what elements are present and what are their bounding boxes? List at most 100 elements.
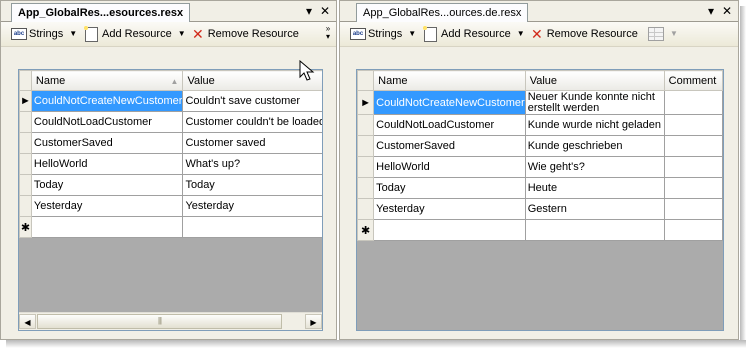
right-toolbar: abc Strings ▼ Add Resource ▼ ✕ Remove Re… bbox=[340, 22, 738, 47]
row-header[interactable] bbox=[357, 135, 375, 157]
name-cell[interactable] bbox=[30, 216, 184, 238]
value-cell[interactable]: Gestern bbox=[524, 198, 665, 220]
grid-header-row: Name Value Comment bbox=[357, 70, 723, 91]
name-cell[interactable]: HelloWorld bbox=[373, 156, 526, 178]
current-row-indicator-icon[interactable]: ► bbox=[357, 90, 375, 115]
remove-resource-button[interactable]: ✕ Remove Resource bbox=[192, 26, 299, 42]
table-row[interactable]: HelloWorld Wie geht's? bbox=[357, 156, 723, 178]
scroll-left-icon[interactable]: ◀ bbox=[19, 314, 36, 329]
new-row[interactable]: ✱ bbox=[357, 219, 723, 241]
name-cell[interactable]: Yesterday bbox=[30, 195, 184, 217]
row-header[interactable] bbox=[19, 195, 32, 217]
view-button[interactable]: ▼ bbox=[648, 26, 678, 42]
add-resource-button[interactable]: Add Resource ▼ bbox=[82, 23, 186, 42]
value-cell[interactable]: Kunde wurde nicht geladen bbox=[524, 114, 665, 136]
row-header[interactable] bbox=[19, 153, 32, 175]
add-resource-button[interactable]: Add Resource ▼ bbox=[421, 23, 525, 42]
scroll-thumb[interactable]: ||| bbox=[37, 314, 282, 329]
table-row[interactable]: HelloWorld What's up? bbox=[19, 153, 322, 175]
value-cell[interactable] bbox=[182, 216, 322, 238]
name-cell[interactable] bbox=[373, 219, 526, 241]
table-row[interactable]: CustomerSaved Customer saved bbox=[19, 132, 322, 154]
comment-cell[interactable] bbox=[663, 219, 723, 241]
table-row[interactable]: Yesterday Yesterday bbox=[19, 195, 322, 217]
row-header[interactable] bbox=[19, 111, 32, 133]
value-cell[interactable]: Today bbox=[182, 174, 322, 196]
strings-dropdown[interactable]: abc Strings ▼ bbox=[350, 26, 416, 42]
table-row[interactable]: ► CouldNotCreateNewCustomer Neuer Kunde … bbox=[357, 90, 723, 115]
name-cell[interactable]: CouldNotLoadCustomer bbox=[30, 111, 184, 133]
current-row-indicator-icon[interactable]: ► bbox=[19, 90, 32, 112]
table-row[interactable]: Today Heute bbox=[357, 177, 723, 199]
left-editor-pane: App_GlobalRes...esources.resx ▾ ✕ abc St… bbox=[0, 0, 337, 340]
window-shadow bbox=[6, 340, 746, 348]
left-document-tab[interactable]: App_GlobalRes...esources.resx bbox=[11, 3, 191, 22]
pin-icon[interactable]: ▾ bbox=[704, 3, 718, 19]
row-header[interactable] bbox=[357, 114, 375, 136]
right-tabstrip: App_GlobalRes...ources.de.resx ▾ ✕ bbox=[340, 1, 738, 22]
name-cell[interactable]: Yesterday bbox=[373, 198, 526, 220]
name-cell[interactable]: Today bbox=[30, 174, 184, 196]
comment-cell[interactable] bbox=[663, 90, 723, 115]
remove-resource-icon: ✕ bbox=[531, 26, 543, 42]
strings-dropdown[interactable]: abc Strings ▼ bbox=[11, 26, 77, 42]
row-header[interactable] bbox=[357, 177, 375, 199]
new-row-icon[interactable]: ✱ bbox=[19, 216, 32, 238]
row-header[interactable] bbox=[19, 132, 32, 154]
name-cell[interactable]: CouldNotCreateNewCustomer bbox=[373, 90, 526, 115]
close-icon[interactable]: ✕ bbox=[318, 3, 332, 19]
value-cell[interactable] bbox=[524, 219, 665, 241]
scroll-right-icon[interactable]: ▶ bbox=[305, 314, 322, 329]
new-row[interactable]: ✱ bbox=[19, 216, 322, 238]
table-row[interactable]: Yesterday Gestern bbox=[357, 198, 723, 220]
chevron-down-icon: ▼ bbox=[69, 29, 78, 38]
remove-resource-label: Remove Resource bbox=[207, 28, 299, 40]
remove-resource-button[interactable]: ✕ Remove Resource bbox=[531, 26, 638, 42]
value-cell[interactable]: Customer saved bbox=[182, 132, 322, 154]
name-cell[interactable]: CustomerSaved bbox=[373, 135, 526, 157]
value-cell[interactable]: Customer couldn't be loaded bbox=[182, 111, 322, 133]
right-document-tab[interactable]: App_GlobalRes...ources.de.resx bbox=[356, 3, 529, 22]
close-icon[interactable]: ✕ bbox=[720, 3, 734, 19]
right-editor-pane: App_GlobalRes...ources.de.resx ▾ ✕ abc S… bbox=[339, 0, 739, 340]
comment-cell[interactable] bbox=[663, 156, 723, 178]
value-cell[interactable]: Heute bbox=[524, 177, 665, 199]
table-row[interactable]: ► CouldNotCreateNewCustomer Couldn't sav… bbox=[19, 90, 322, 112]
chevron-down-icon[interactable]: ▼ bbox=[517, 26, 525, 42]
row-header[interactable] bbox=[357, 156, 375, 178]
toolbar-overflow-icon[interactable]: » ▾ bbox=[323, 25, 333, 43]
name-cell[interactable]: Today bbox=[373, 177, 526, 199]
chevron-down-icon[interactable]: ▼ bbox=[178, 26, 186, 42]
table-row[interactable]: CouldNotLoadCustomer Kunde wurde nicht g… bbox=[357, 114, 723, 136]
comment-cell[interactable] bbox=[663, 177, 723, 199]
comment-cell[interactable] bbox=[663, 135, 723, 157]
table-row[interactable]: CustomerSaved Kunde geschrieben bbox=[357, 135, 723, 157]
table-row[interactable]: Today Today bbox=[19, 174, 322, 196]
comment-cell[interactable] bbox=[663, 114, 723, 136]
comment-cell[interactable] bbox=[663, 198, 723, 220]
horizontal-scrollbar[interactable]: ◀ ||| ▶ bbox=[19, 312, 322, 330]
name-cell[interactable]: CouldNotLoadCustomer bbox=[373, 114, 526, 136]
name-cell[interactable]: CustomerSaved bbox=[30, 132, 184, 154]
value-cell[interactable]: Couldn't save customer bbox=[182, 90, 322, 112]
table-row[interactable]: CouldNotLoadCustomer Customer couldn't b… bbox=[19, 111, 322, 133]
row-header[interactable] bbox=[357, 198, 375, 220]
column-header-value[interactable]: Value bbox=[524, 70, 665, 91]
column-header-name[interactable]: Name ▲ bbox=[30, 70, 184, 91]
value-cell[interactable]: Kunde geschrieben bbox=[524, 135, 665, 157]
add-resource-icon bbox=[421, 23, 437, 42]
right-grid-table: Name Value Comment ► CouldNotCreateNewCu… bbox=[357, 70, 723, 241]
value-cell[interactable]: Neuer Kunde konnte nicht erstellt werden bbox=[524, 90, 665, 115]
new-row-icon[interactable]: ✱ bbox=[357, 219, 375, 241]
value-cell[interactable]: Wie geht's? bbox=[524, 156, 665, 178]
name-cell[interactable]: CouldNotCreateNewCustomer bbox=[30, 90, 184, 112]
column-header-name[interactable]: Name bbox=[373, 70, 526, 91]
window-shadow bbox=[740, 6, 746, 346]
name-cell[interactable]: HelloWorld bbox=[30, 153, 184, 175]
left-grid-table: Name▲ Value Co ► CouldNotCreateNewCustom… bbox=[19, 70, 322, 238]
pin-icon[interactable]: ▾ bbox=[302, 3, 316, 19]
column-header-comment[interactable]: Comment bbox=[663, 70, 723, 91]
value-cell[interactable]: What's up? bbox=[182, 153, 322, 175]
value-cell[interactable]: Yesterday bbox=[182, 195, 322, 217]
row-header[interactable] bbox=[19, 174, 32, 196]
